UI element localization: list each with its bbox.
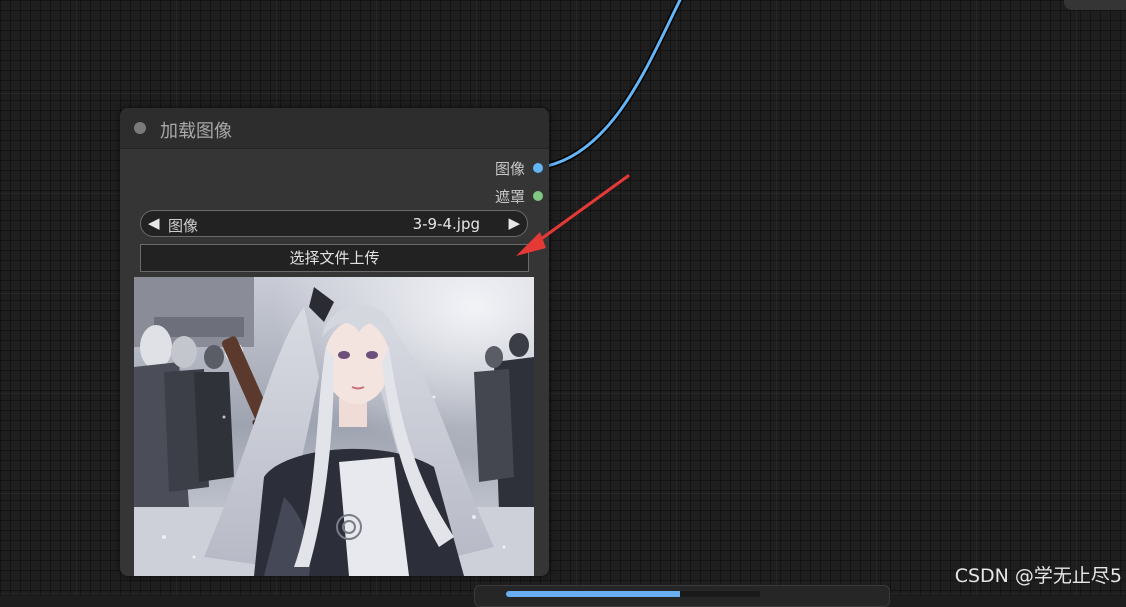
output-dot-mask-icon[interactable] (533, 191, 543, 201)
image-preview (134, 277, 534, 576)
offscreen-node-corner[interactable]: ... (1064, 0, 1126, 10)
upload-file-button[interactable]: 选择文件上传 (140, 244, 529, 272)
bottom-progress-track (680, 591, 760, 597)
load-image-node[interactable]: 加载图像 图像 遮罩 ◀ 图像 3-9-4.jpg ▶ 选择文件上传 (120, 108, 549, 576)
combo-next-arrow-icon[interactable]: ▶ (508, 213, 520, 233)
combo-label: 图像 (168, 217, 199, 235)
output-slot-image[interactable]: 图像 (495, 158, 543, 178)
anime-girl-swordswoman-image-icon (134, 277, 534, 576)
node-title: 加载图像 (160, 121, 232, 142)
bottom-progress-bar (506, 591, 680, 597)
bottom-panel-fragment[interactable] (474, 585, 890, 607)
offscreen-node-label: ... (1088, 0, 1100, 4)
collapse-dot-icon[interactable] (134, 122, 146, 134)
image-combo-widget[interactable]: ◀ 图像 3-9-4.jpg ▶ (140, 210, 528, 237)
combo-value[interactable]: 3-9-4.jpg (413, 215, 480, 233)
output-dot-image-icon[interactable] (533, 163, 543, 173)
output-slot-mask[interactable]: 遮罩 (495, 186, 543, 206)
node-title-bar[interactable]: 加载图像 (120, 108, 549, 149)
combo-prev-arrow-icon[interactable]: ◀ (148, 213, 160, 233)
output-label-mask: 遮罩 (494, 187, 525, 206)
csdn-watermark: CSDN @学无止尽5 (954, 565, 1122, 587)
output-label-image: 图像 (494, 159, 525, 178)
